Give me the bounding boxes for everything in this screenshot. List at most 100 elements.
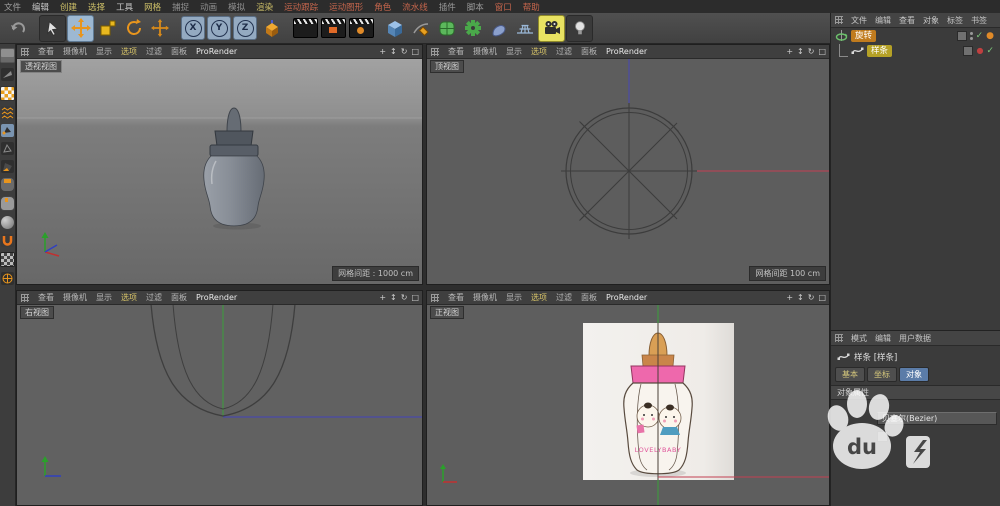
tab-object[interactable]: 对象	[899, 367, 929, 382]
vp-menu-panel[interactable]: 面板	[581, 292, 597, 303]
viewport-menu-grid-icon[interactable]	[431, 47, 439, 56]
vp-menu-view[interactable]: 查看	[38, 46, 54, 57]
maximize-icon[interactable]: □	[818, 47, 826, 56]
model-mode-icon[interactable]	[1, 68, 14, 81]
subdivision-surface-icon[interactable]	[434, 16, 459, 41]
viewport-menu-grid-icon[interactable]	[21, 293, 29, 302]
menu-window[interactable]: 窗口	[495, 1, 512, 13]
enabled-check-icon[interactable]: ✓	[976, 31, 984, 41]
rotate-icon[interactable]: ↻	[808, 47, 815, 56]
vp-menu-options[interactable]: 选项	[121, 46, 137, 57]
menu-animate[interactable]: 动画	[200, 1, 217, 13]
viewport-top[interactable]: 查看 摄像机 显示 选项 过滤 面板 ProRender + ↕ ↻ □ 顶视图	[426, 44, 830, 285]
om-menu-bookmarks[interactable]: 书签	[971, 15, 987, 26]
viewport-menu-grid-icon[interactable]	[431, 293, 439, 302]
polygons-mode-icon[interactable]	[1, 160, 14, 173]
make-editable-icon[interactable]	[0, 48, 15, 63]
vp-menu-camera[interactable]: 摄像机	[63, 292, 87, 303]
om-menu-edit[interactable]: 编辑	[875, 15, 891, 26]
vp-menu-camera[interactable]: 摄像机	[63, 46, 87, 57]
menu-create[interactable]: 创建	[60, 1, 77, 13]
am-menu-userdata[interactable]: 用户数据	[899, 333, 931, 344]
vp-menu-filter[interactable]: 过滤	[146, 292, 162, 303]
menu-simulate[interactable]: 模拟	[228, 1, 245, 13]
viewport-front-canvas[interactable]: 正视图	[427, 304, 829, 505]
axis-mode-icon[interactable]	[1, 272, 14, 285]
menu-file[interactable]: 文件	[4, 1, 21, 13]
menu-render[interactable]: 渲染	[256, 1, 273, 13]
vp-menu-display[interactable]: 显示	[96, 292, 112, 303]
menu-help[interactable]: 帮助	[523, 1, 540, 13]
menu-select[interactable]: 选择	[88, 1, 105, 13]
vp-menu-camera[interactable]: 摄像机	[473, 46, 497, 57]
viewport-right[interactable]: 查看 摄像机 显示 选项 过滤 面板 ProRender + ↕ ↻ □ 右视图	[16, 290, 423, 506]
pan-icon[interactable]: +	[786, 293, 793, 302]
zoom-icon[interactable]: ↕	[390, 47, 397, 56]
menu-mesh[interactable]: 网格	[144, 1, 161, 13]
vp-menu-view[interactable]: 查看	[448, 292, 464, 303]
tab-coordinates[interactable]: 坐标	[867, 367, 897, 382]
points-mode-icon[interactable]	[1, 124, 14, 137]
move-tool-icon[interactable]	[67, 14, 94, 42]
om-menu-view[interactable]: 查看	[899, 15, 915, 26]
vp-menu-filter[interactable]: 过滤	[146, 46, 162, 57]
coordinate-system-icon[interactable]	[259, 16, 284, 41]
viewport-perspective-canvas[interactable]: 透视视图 网格间距 : 1000 cm	[17, 58, 422, 284]
primitive-cube-icon[interactable]	[382, 16, 407, 41]
menu-character[interactable]: 角色	[374, 1, 391, 13]
zoom-icon[interactable]: ↕	[797, 293, 804, 302]
array-grid-icon[interactable]	[512, 16, 537, 41]
vp-menu-panel[interactable]: 面板	[171, 292, 187, 303]
viewport-perspective[interactable]: 查看 摄像机 显示 选项 过滤 面板 ProRender + ↕ ↻ □ 透视视…	[16, 44, 423, 285]
vp-menu-prorender[interactable]: ProRender	[196, 47, 237, 56]
am-menu-mode[interactable]: 模式	[851, 333, 867, 344]
maximize-icon[interactable]: □	[818, 293, 826, 302]
pan-icon[interactable]: +	[379, 47, 386, 56]
sphere-mode-icon[interactable]	[1, 216, 14, 229]
rotate-icon[interactable]: ↻	[401, 47, 408, 56]
panel-grid-icon[interactable]	[835, 334, 843, 342]
zoom-icon[interactable]: ↕	[390, 293, 397, 302]
object-name-spline[interactable]: 样条	[867, 44, 893, 57]
zoom-icon[interactable]: ↕	[797, 47, 804, 56]
scale-tool-icon[interactable]	[95, 16, 120, 41]
corner-mode-icon[interactable]	[1, 178, 14, 191]
om-menu-file[interactable]: 文件	[851, 15, 867, 26]
menu-motion-tracker[interactable]: 运动跟踪	[284, 1, 318, 13]
menu-snap[interactable]: 捕捉	[172, 1, 189, 13]
object-name-lathe[interactable]: 旋转	[851, 29, 877, 42]
viewport-top-canvas[interactable]: 顶视图 网格间距 100 cm	[427, 58, 829, 284]
point-edit-dot-icon[interactable]: ●	[976, 46, 983, 55]
vp-menu-camera[interactable]: 摄像机	[473, 292, 497, 303]
object-row-lathe[interactable]: 旋转 ✓ ●	[831, 28, 1000, 43]
viewport-right-canvas[interactable]: 右视图	[17, 304, 422, 505]
edges-mode-icon[interactable]	[1, 142, 14, 155]
panel-grid-icon[interactable]	[835, 16, 843, 24]
enabled-check-icon[interactable]: ✓	[986, 46, 994, 56]
menu-script[interactable]: 脚本	[467, 1, 484, 13]
last-tool-icon[interactable]	[147, 16, 172, 41]
viewport-front[interactable]: 查看 摄像机 显示 选项 过滤 面板 ProRender + ↕ ↻ □ 正视图	[426, 290, 830, 506]
render-queue-icon[interactable]	[349, 18, 374, 38]
lock-z-icon[interactable]: Z	[233, 16, 257, 40]
camera-icon[interactable]	[538, 14, 565, 42]
object-row-spline[interactable]: 样条 ● ✓	[831, 43, 1000, 58]
vp-menu-display[interactable]: 显示	[506, 292, 522, 303]
vp-menu-prorender[interactable]: ProRender	[196, 293, 237, 302]
maximize-icon[interactable]: □	[411, 47, 419, 56]
pan-icon[interactable]: +	[786, 47, 793, 56]
vp-menu-prorender[interactable]: ProRender	[606, 47, 647, 56]
texture-mode-icon[interactable]	[0, 86, 15, 101]
spline-primitive-icon[interactable]	[486, 16, 511, 41]
layer-chip[interactable]	[963, 45, 974, 56]
tab-basic[interactable]: 基本	[835, 367, 865, 382]
spline-type-dropdown[interactable]: 贝塞尔(Bezier)	[877, 412, 997, 425]
om-menu-tags[interactable]: 标签	[947, 15, 963, 26]
om-menu-objects[interactable]: 对象	[923, 15, 939, 26]
layer-chip[interactable]	[956, 30, 967, 41]
vp-menu-panel[interactable]: 面板	[171, 46, 187, 57]
menu-pipeline[interactable]: 流水线	[402, 1, 428, 13]
mouse-input-icon[interactable]	[0, 196, 15, 211]
vp-menu-filter[interactable]: 过滤	[556, 292, 572, 303]
lock-x-icon[interactable]: X	[181, 16, 205, 40]
